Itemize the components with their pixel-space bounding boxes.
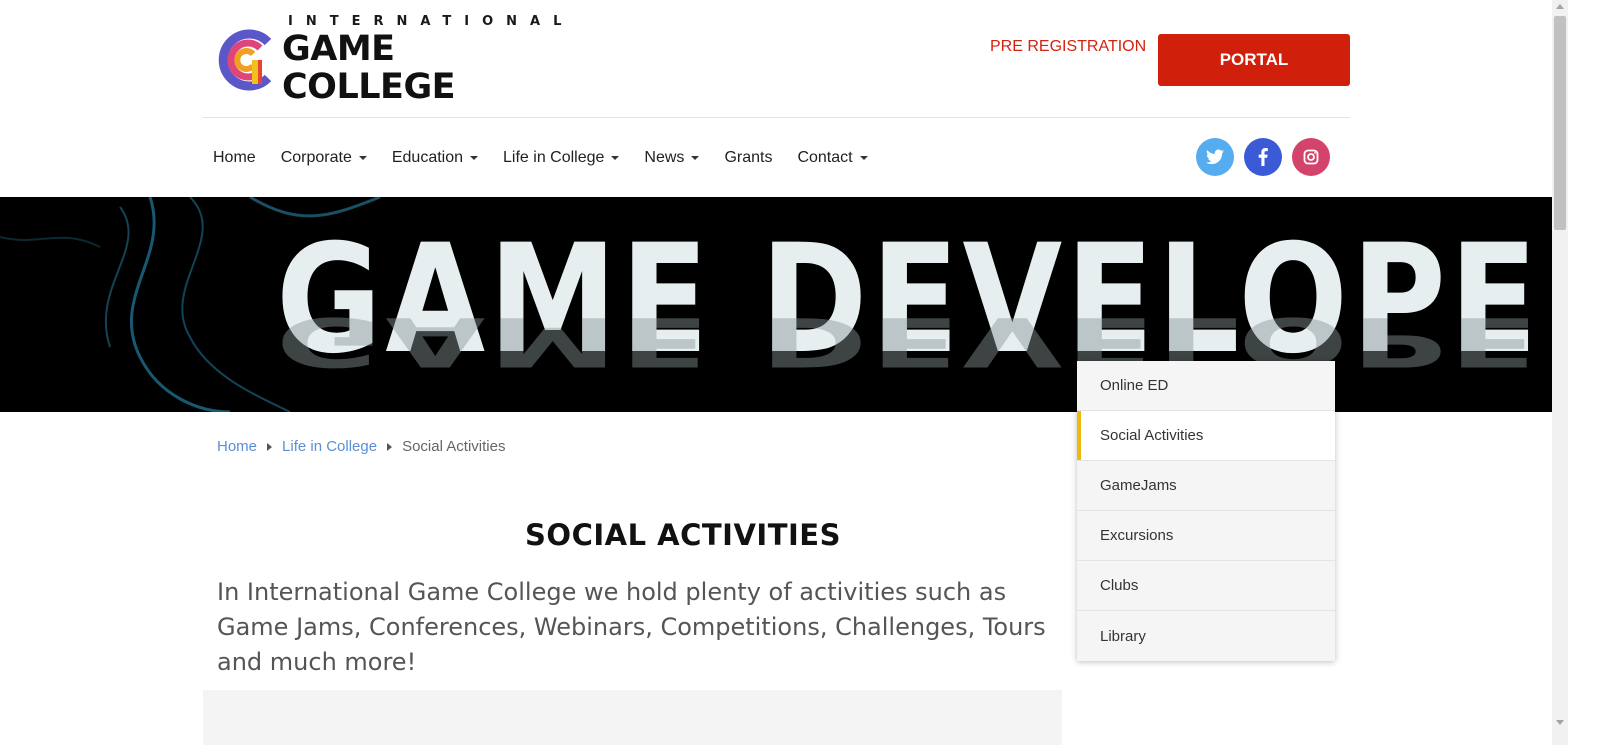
site-logo[interactable]: INTERNATIONAL GAME COLLEGE — [216, 14, 566, 106]
side-menu-item-label: Online ED — [1100, 377, 1169, 394]
side-menu-item-label: GameJams — [1100, 477, 1177, 494]
nav-item-corporate[interactable]: Corporate — [281, 149, 367, 167]
logo-text-top: INTERNATIONAL — [288, 14, 575, 29]
nav-item-life-in-college[interactable]: Life in College — [503, 149, 620, 167]
nav-item-label: Home — [213, 149, 256, 166]
side-menu: Online ED Social Activities GameJams Exc… — [1077, 361, 1335, 661]
caret-down-icon — [859, 156, 868, 160]
page-title: SOCIAL ACTIVITIES — [525, 518, 841, 552]
twitter-icon — [1206, 149, 1224, 165]
nav-item-news[interactable]: News — [644, 149, 700, 167]
main-nav: Home Corporate Education Life in College… — [213, 146, 893, 170]
intro-text: In International Game College we hold pl… — [217, 578, 1046, 676]
side-menu-item-label: Social Activities — [1100, 427, 1204, 444]
nav-item-label: Contact — [797, 149, 853, 166]
college-logo-icon — [218, 29, 272, 91]
nav-item-home[interactable]: Home — [213, 149, 256, 167]
hero-title-reflection: GAME DEVELOPER — [276, 302, 1552, 381]
nav-item-label: Corporate — [280, 149, 352, 166]
portal-button[interactable]: PORTAL — [1158, 34, 1350, 86]
nav-item-education[interactable]: Education — [391, 149, 479, 167]
logo-text-main: GAME COLLEGE — [282, 29, 456, 107]
nav-item-label: Education — [391, 149, 464, 166]
nav-item-label: Grants — [724, 149, 773, 166]
scrollbar-thumb[interactable] — [1554, 16, 1566, 230]
content-box — [203, 690, 1062, 745]
breadcrumb-separator-icon — [387, 442, 393, 451]
twitter-button[interactable] — [1196, 138, 1234, 176]
facebook-icon — [1258, 148, 1268, 166]
scroll-up-arrow-icon[interactable] — [1556, 4, 1564, 9]
caret-down-icon — [470, 156, 479, 160]
side-menu-item-clubs[interactable]: Clubs — [1077, 561, 1335, 611]
side-menu-item-label: Library — [1100, 627, 1146, 645]
pre-registration-link[interactable]: PRE REGISTRATION — [990, 38, 1146, 56]
breadcrumb-home[interactable]: Home — [217, 438, 257, 455]
nav-item-contact[interactable]: Contact — [797, 149, 868, 167]
side-menu-item-excursions[interactable]: Excursions — [1077, 511, 1335, 561]
side-menu-item-label: Clubs — [1100, 577, 1139, 594]
side-menu-item-label: Excursions — [1100, 527, 1174, 544]
page-scrollbar[interactable] — [1552, 0, 1568, 745]
side-menu-item-gamejams[interactable]: GameJams — [1077, 461, 1335, 511]
side-menu-item-online-ed[interactable]: Online ED — [1077, 361, 1335, 411]
header-divider — [203, 117, 1350, 118]
breadcrumb-separator-icon — [267, 442, 273, 451]
nav-item-grants[interactable]: Grants — [724, 149, 772, 167]
breadcrumb-life-in-college[interactable]: Life in College — [282, 438, 377, 455]
scroll-down-arrow-icon[interactable] — [1556, 720, 1564, 725]
side-menu-item-social-activities[interactable]: Social Activities — [1077, 411, 1335, 461]
nav-item-label: News — [644, 149, 685, 166]
side-menu-item-library[interactable]: Library — [1077, 611, 1335, 661]
instagram-icon — [1303, 149, 1319, 165]
breadcrumb: Home Life in College Social Activities — [217, 438, 505, 455]
caret-down-icon — [358, 156, 367, 160]
nav-item-label: Life in College — [503, 149, 605, 166]
instagram-button[interactable] — [1292, 138, 1330, 176]
facebook-button[interactable] — [1244, 138, 1282, 176]
breadcrumb-current: Social Activities — [402, 438, 506, 455]
caret-down-icon — [611, 156, 620, 160]
caret-down-icon — [691, 156, 700, 160]
